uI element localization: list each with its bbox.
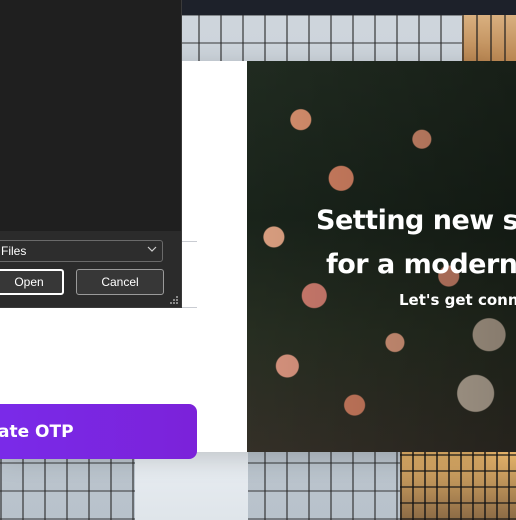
file-type-value: Files (1, 244, 27, 258)
background-warm-facade (400, 452, 516, 520)
resize-grip-icon[interactable] (169, 295, 178, 304)
background-warm-window (462, 15, 516, 61)
file-type-select[interactable]: Files (0, 240, 163, 262)
hero-overlay: Setting new st for a modern Let's get co… (247, 61, 516, 452)
cancel-button[interactable]: Cancel (76, 269, 164, 295)
hero-title-line1: Setting new st (316, 205, 516, 236)
generate-otp-button[interactable]: ate OTP (0, 404, 197, 459)
background-sky-gap (135, 452, 248, 520)
file-list-area[interactable] (0, 0, 181, 231)
open-button[interactable]: Open (0, 269, 64, 295)
hero-subtitle: Let's get conne (399, 291, 516, 309)
hero-title-line2: for a modern (326, 249, 516, 280)
chevron-down-icon (147, 246, 157, 252)
file-open-dialog: Files Open Cancel (0, 0, 182, 308)
